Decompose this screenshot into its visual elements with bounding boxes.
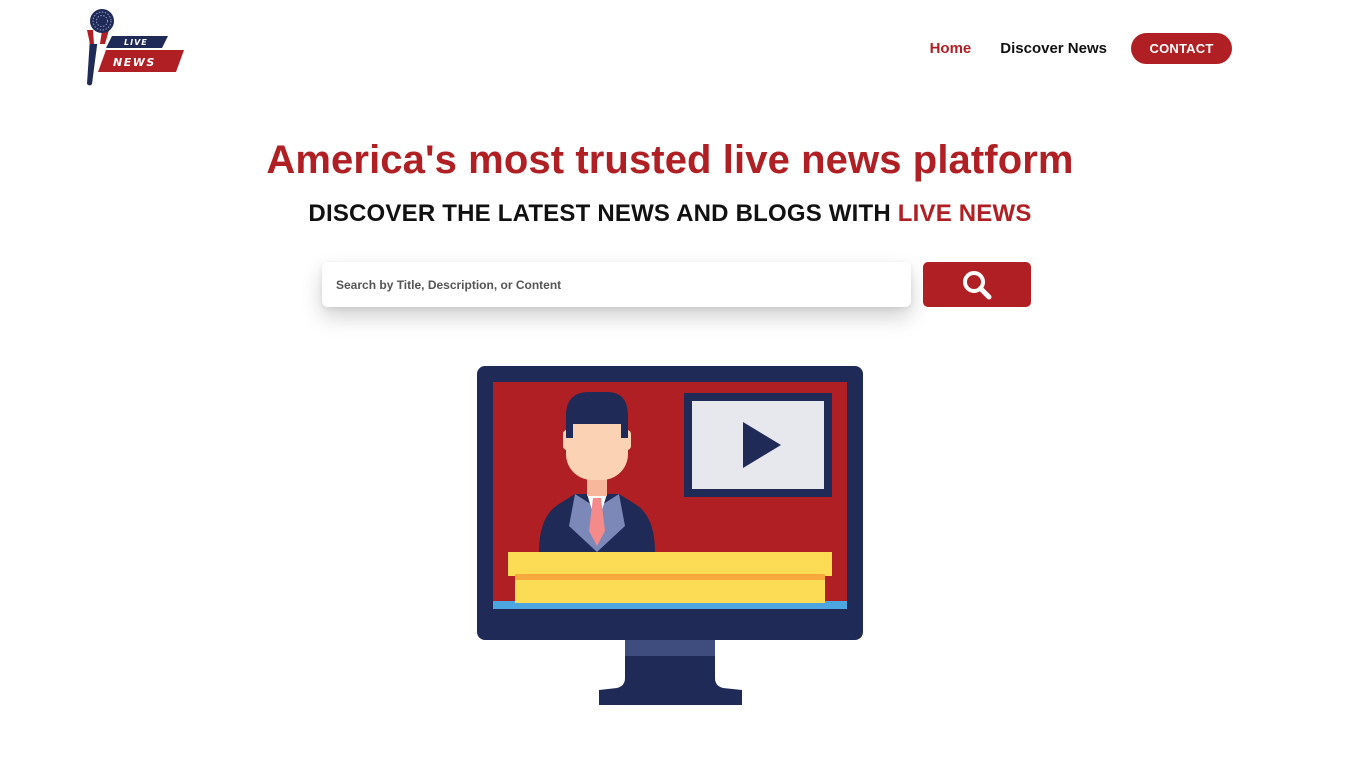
logo[interactable]: LIVE NEWS: [82, 8, 192, 88]
hero-subtitle-main: DISCOVER THE LATEST NEWS AND BLOGS WITH: [308, 200, 898, 227]
main-nav: Home Discover News CONTACT: [930, 33, 1232, 64]
hero-subtitle: DISCOVER THE LATEST NEWS AND BLOGS WITH …: [0, 200, 1340, 228]
search-button[interactable]: [923, 262, 1031, 307]
search-icon: [963, 270, 992, 299]
microphone-logo-icon: LIVE NEWS: [87, 9, 184, 86]
search-box: [322, 262, 911, 307]
nav-discover-news[interactable]: Discover News: [1000, 40, 1107, 57]
monitor-icon: [477, 366, 863, 705]
hero-subtitle-accent: LIVE NEWS: [897, 200, 1032, 227]
news-anchor-illustration: [477, 366, 864, 706]
hero-title: America's most trusted live news platfor…: [266, 138, 1074, 182]
nav-home[interactable]: Home: [930, 40, 972, 57]
logo-text-live: LIVE: [124, 38, 148, 47]
search-input[interactable]: [322, 262, 911, 307]
logo-text-news: NEWS: [113, 56, 156, 69]
contact-button[interactable]: CONTACT: [1131, 33, 1232, 64]
